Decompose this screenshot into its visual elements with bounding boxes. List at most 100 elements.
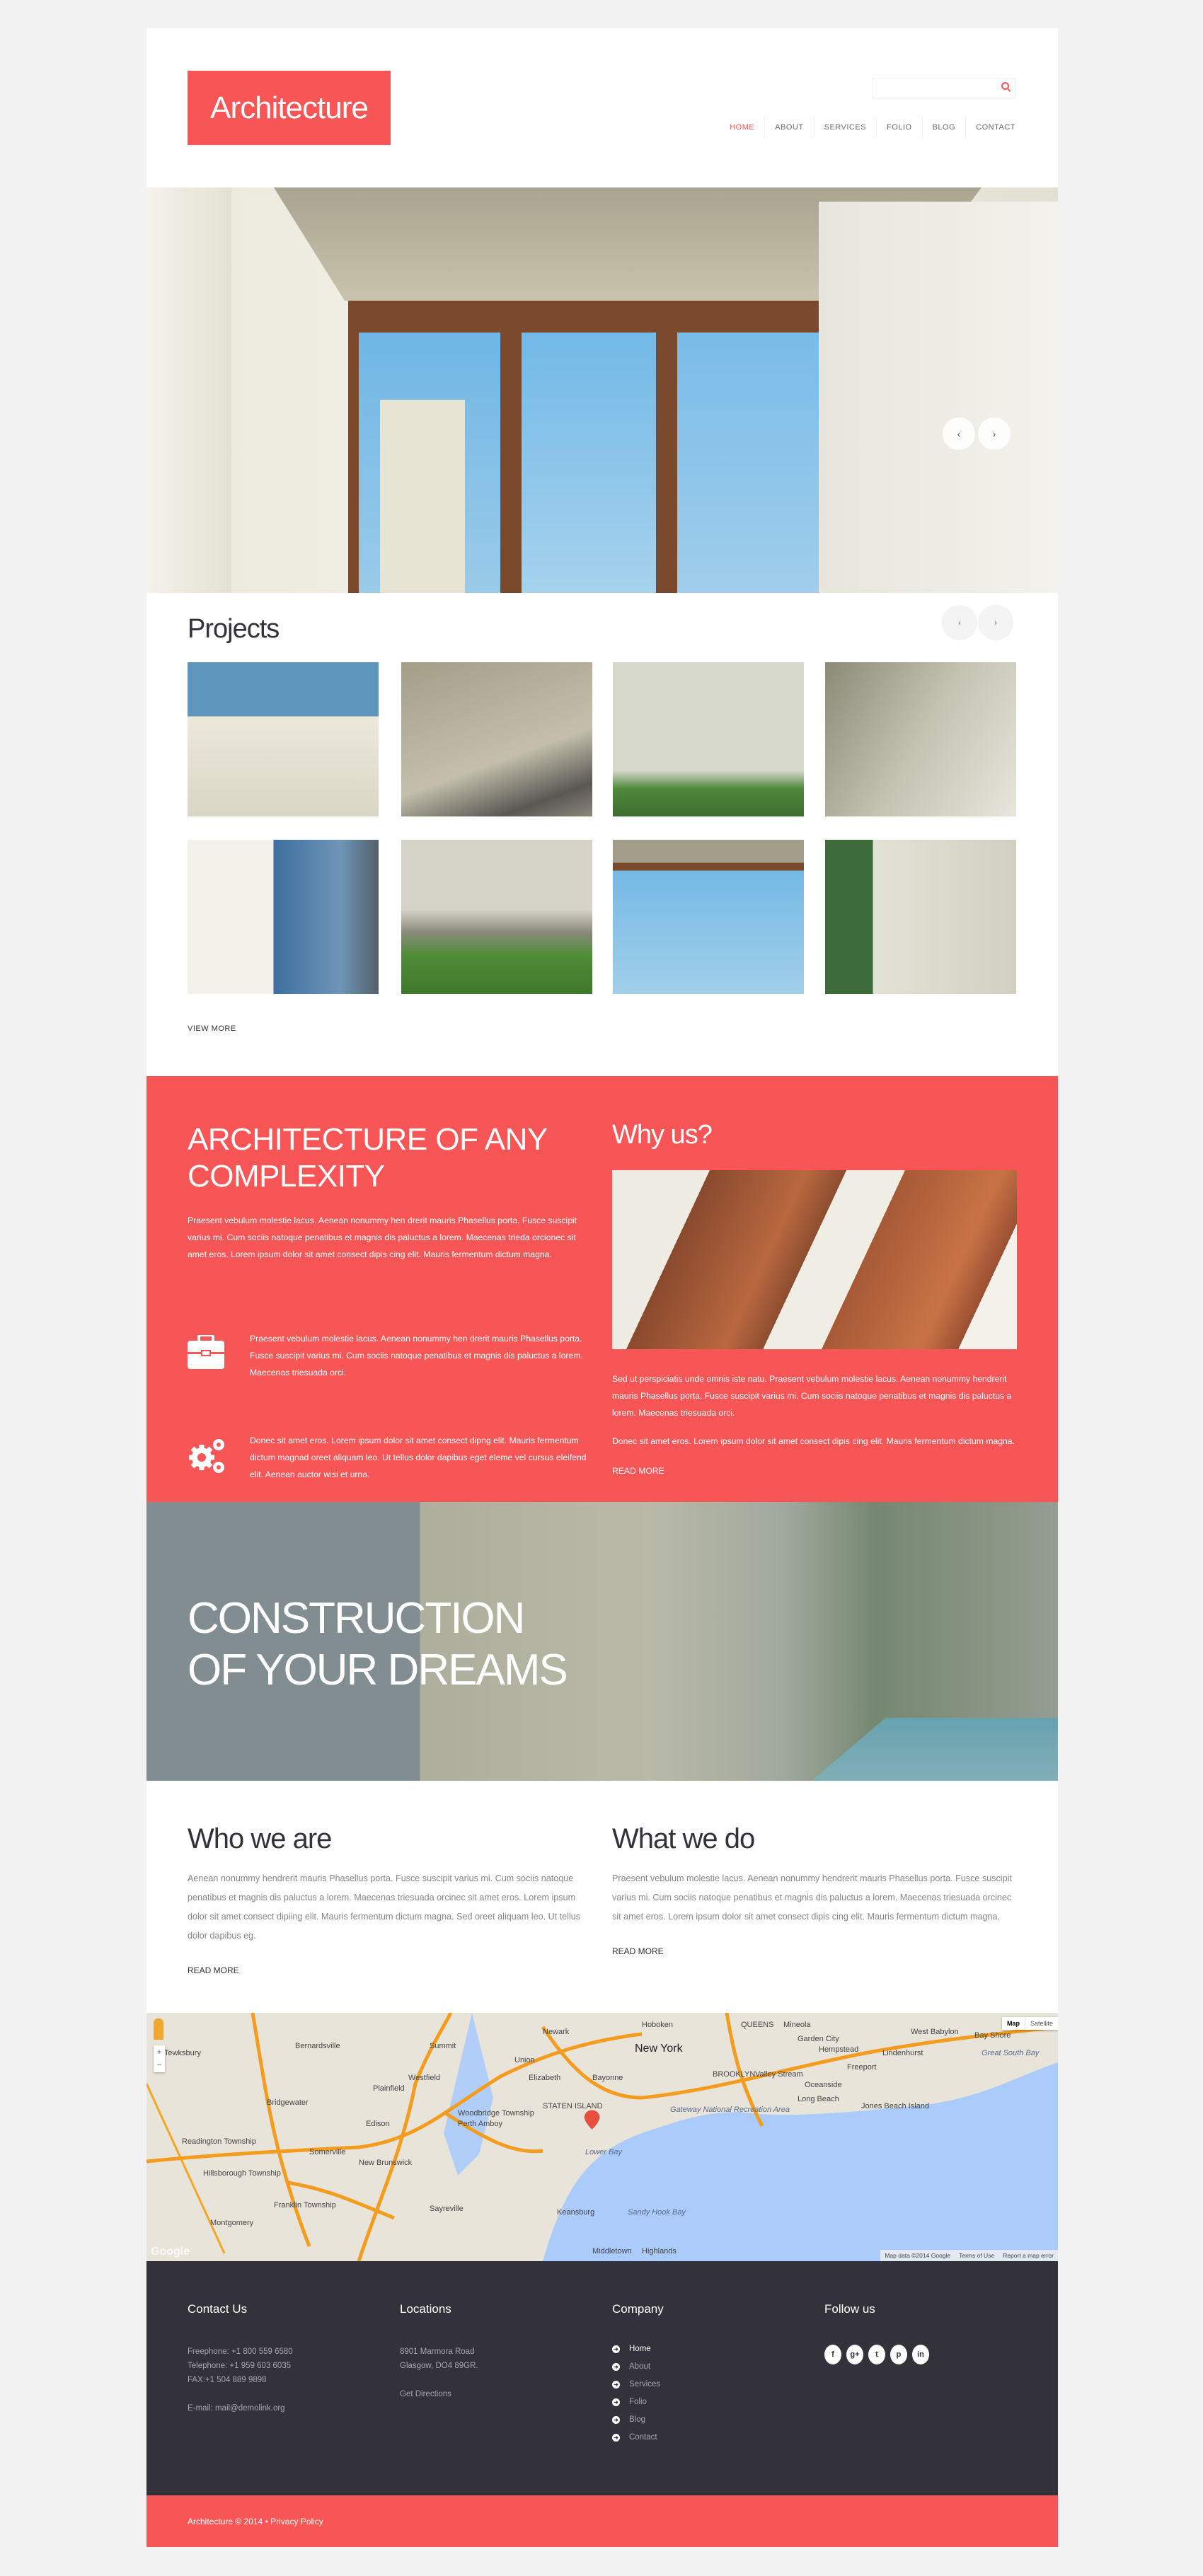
- company-link[interactable]: ➜ Folio: [612, 2393, 664, 2411]
- projects-prev-button[interactable]: ‹: [942, 605, 977, 640]
- map-marker-icon[interactable]: [584, 2110, 600, 2130]
- hero-prev-button[interactable]: ‹: [943, 417, 975, 450]
- zoom-in-button[interactable]: +: [154, 2045, 165, 2058]
- project-thumbnail[interactable]: [613, 662, 804, 816]
- map-label: Bernardsville: [295, 2042, 340, 2050]
- project-thumbnail[interactable]: [401, 662, 592, 816]
- map-type-map[interactable]: Map: [1002, 2017, 1025, 2030]
- company-link-label: Contact: [629, 2433, 657, 2442]
- project-thumbnail[interactable]: [188, 662, 379, 816]
- footer-contact: Contact Us Freephone: +1 800 559 6580 Te…: [188, 2302, 293, 2415]
- why-title: Why us?: [612, 1120, 713, 1150]
- pinterest-icon[interactable]: p: [890, 2345, 907, 2364]
- map-label: Gateway National Recreation Area: [670, 2106, 790, 2114]
- company-link-label: Folio: [629, 2398, 647, 2406]
- company-link[interactable]: ➜ About: [612, 2358, 664, 2376]
- project-thumbnail[interactable]: [188, 840, 379, 994]
- map-label: Lindenhurst: [882, 2049, 923, 2057]
- get-directions-link[interactable]: Get Directions: [400, 2387, 478, 2401]
- bottom-bar: Architecture © 2014 • Privacy Policy: [146, 2495, 1058, 2547]
- map-data-text: Map data ©2014 Google: [885, 2252, 951, 2259]
- terms-link[interactable]: Terms of Use: [955, 2250, 998, 2261]
- map-canvas[interactable]: Newark New York Union Elizabeth Bayonne Hobok…: [146, 2013, 1058, 2261]
- freephone: Freephone: +1 800 559 6580: [188, 2347, 293, 2356]
- company-link[interactable]: ➜ Home: [612, 2340, 664, 2358]
- nav-home[interactable]: HOME: [720, 117, 764, 138]
- map-label: Hillsborough Township: [203, 2169, 281, 2178]
- who-we-are: Who we are Aenean nonummy hendrerit maur…: [188, 1823, 592, 1977]
- search-input[interactable]: [872, 78, 1015, 98]
- footer: Contact Us Freephone: +1 800 559 6580 Te…: [146, 2261, 1058, 2495]
- map-label: Edison: [366, 2120, 390, 2128]
- copyright: Architecture © 2014 • Privacy Policy: [188, 2517, 323, 2526]
- map-label: Newark: [543, 2028, 570, 2036]
- map-label: Franklin Township: [274, 2201, 336, 2210]
- fax: FAX:+1 504 889 9898: [188, 2376, 267, 2384]
- company-link-label: Blog: [629, 2415, 646, 2424]
- map-label: Garden City: [798, 2035, 839, 2043]
- hero-next-button[interactable]: ›: [978, 417, 1011, 450]
- view-more-link[interactable]: VIEW MORE: [188, 1024, 236, 1033]
- banner-line-1: CONSTRUCTION: [188, 1594, 525, 1643]
- who-read-more[interactable]: READ MORE: [188, 1965, 239, 1975]
- social-icons: f g+ t p in: [824, 2345, 934, 2364]
- company-links: ➜ Home ➜ About ➜ Services ➜ Folio ➜ Blog ➜ Contact: [612, 2340, 664, 2447]
- why-read-more[interactable]: READ MORE: [612, 1462, 664, 1479]
- footer-follow: Follow us f g+ t p in: [824, 2302, 934, 2364]
- map-label: Bayonne: [592, 2074, 623, 2082]
- what-read-more[interactable]: READ MORE: [612, 1946, 664, 1956]
- map-label: Perth Amboy: [458, 2120, 502, 2128]
- privacy-policy-link[interactable]: Privacy Policy: [270, 2517, 323, 2526]
- map-label: Readington Township: [182, 2137, 256, 2146]
- arrow-right-icon: ➜: [612, 2381, 620, 2389]
- what-text: Praesent vebulum molestie lacus. Aenean …: [612, 1873, 1012, 1922]
- company-link[interactable]: ➜ Contact: [612, 2429, 664, 2447]
- project-thumbnail[interactable]: [825, 662, 1016, 816]
- map-label: QUEENS: [741, 2021, 773, 2029]
- copyright-text: Architecture © 2014: [188, 2517, 263, 2526]
- project-thumbnail[interactable]: [613, 840, 804, 994]
- search-icon[interactable]: [1001, 82, 1009, 90]
- projects-title: Projects: [188, 614, 280, 644]
- google-map[interactable]: Newark New York Union Elizabeth Bayonne Hobok…: [146, 2013, 1058, 2261]
- footer-company: Company ➜ Home ➜ About ➜ Services ➜ Folio ➜ Blog ➜…: [612, 2302, 664, 2447]
- nav-services[interactable]: SERVICES: [813, 117, 876, 138]
- map-type-satellite[interactable]: Satellite: [1025, 2017, 1058, 2030]
- address-line: 8901 Marmora Road: [400, 2347, 475, 2356]
- google-plus-icon[interactable]: g+: [846, 2345, 863, 2364]
- company-link[interactable]: ➜ Services: [612, 2376, 664, 2393]
- map-label: Union: [514, 2056, 535, 2064]
- who-title: Who we are: [188, 1823, 332, 1854]
- hero-pane: [677, 333, 833, 593]
- construction-banner: CONSTRUCTION OF YOUR DREAMS: [146, 1502, 1058, 1781]
- main-nav: HOME ABOUT SERVICES FOLIO BLOG CONTACT: [720, 117, 1015, 138]
- nav-blog[interactable]: BLOG: [921, 117, 966, 138]
- linkedin-icon[interactable]: in: [912, 2345, 929, 2364]
- zoom-out-button[interactable]: −: [154, 2058, 165, 2071]
- company-link[interactable]: ➜ Blog: [612, 2411, 664, 2429]
- report-map-error-link[interactable]: Report a map error: [998, 2250, 1058, 2261]
- footer-contact-title: Contact Us: [188, 2302, 248, 2316]
- map-label: BROOKLYN: [713, 2070, 755, 2079]
- project-thumbnail[interactable]: [825, 840, 1016, 994]
- map-label: Westfield: [408, 2074, 440, 2082]
- why-text-2: Donec sit amet eros. Lorem ipsum dolor s…: [612, 1436, 1015, 1446]
- street-view-pegman-icon[interactable]: [154, 2018, 163, 2040]
- google-logo: Google: [151, 2246, 190, 2258]
- map-label: Tewksbury: [164, 2049, 201, 2057]
- facebook-icon[interactable]: f: [824, 2345, 841, 2364]
- project-thumbnail[interactable]: [401, 840, 592, 994]
- map-label: Lower Bay: [585, 2148, 623, 2156]
- hero-wall: [819, 202, 1058, 593]
- twitter-icon[interactable]: t: [868, 2345, 885, 2364]
- projects-next-button[interactable]: ›: [978, 605, 1013, 640]
- nav-about[interactable]: ABOUT: [764, 117, 813, 138]
- banner-line-2: OF YOUR DREAMS: [188, 1646, 568, 1694]
- logo[interactable]: Architecture: [188, 71, 391, 145]
- gears-icon: [189, 1439, 224, 1473]
- map-label: Bridgewater: [267, 2098, 309, 2107]
- footer-follow-title: Follow us: [824, 2302, 875, 2316]
- nav-folio[interactable]: FOLIO: [876, 117, 922, 138]
- email-link[interactable]: E-mail: mail@demolink.org: [188, 2401, 293, 2415]
- nav-contact[interactable]: CONTACT: [965, 117, 1015, 138]
